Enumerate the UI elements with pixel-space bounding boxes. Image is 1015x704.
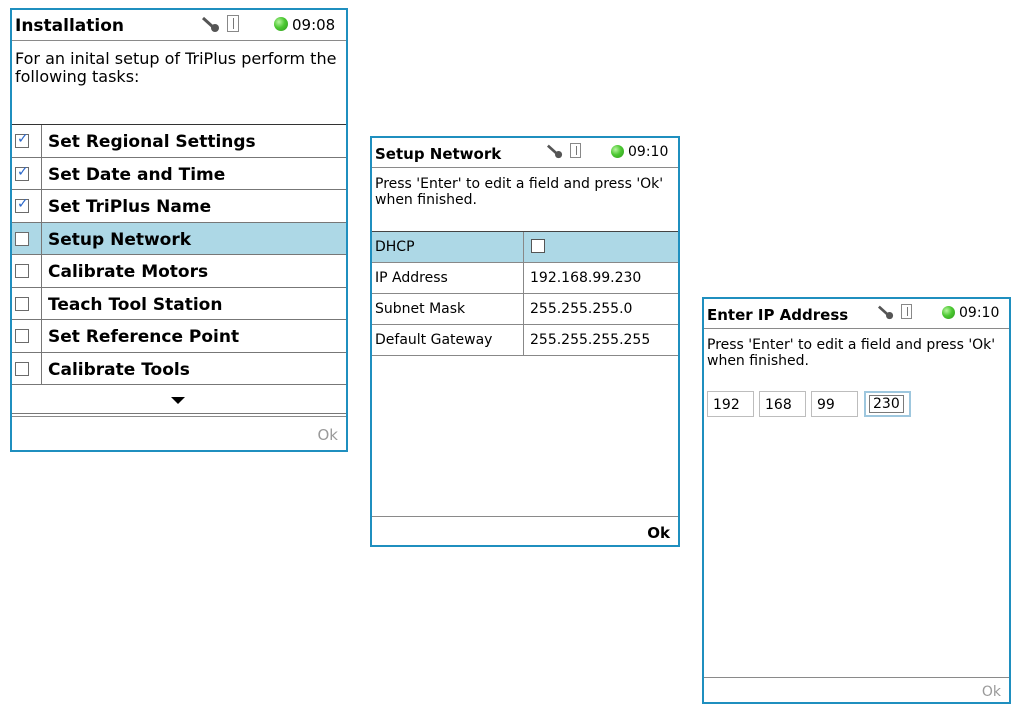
task-label: Setup Network [48,229,192,250]
network-field-label: IP Address [375,270,448,286]
network-field-value[interactable]: 255.255.255.255 [530,332,650,348]
scroll-row[interactable] [12,390,346,414]
unchecked-checkbox[interactable] [15,264,29,278]
setup-network-description: Press 'Enter' to edit a field and press … [375,176,664,209]
status-light-icon [611,145,624,158]
network-field-label: DHCP [375,239,415,255]
network-field-value[interactable]: 192.168.99.230 [530,270,641,286]
network-row[interactable]: Subnet Mask 255.255.255.0 [372,294,678,325]
unchecked-checkbox[interactable] [15,329,29,343]
network-row[interactable]: IP Address 192.168.99.230 [372,263,678,294]
task-item[interactable]: ✓ Set Date and Time [12,157,346,190]
checked-checkbox[interactable]: ✓ [15,131,29,148]
usb-icon [570,143,581,158]
unchecked-checkbox[interactable] [15,231,29,246]
key-icon [546,144,563,159]
task-label: Set Regional Settings [48,132,256,152]
column-divider [523,263,524,293]
column-divider [523,294,524,324]
task-item[interactable]: ✓ Set Regional Settings [12,125,346,158]
clock-time: 09:10 [959,305,1000,321]
network-field-label: Subnet Mask [375,301,466,317]
status-light-icon [274,17,288,31]
scroll-down-arrow-icon[interactable] [171,397,185,404]
task-checkbox-cell [12,352,42,384]
installation-title: Installation [15,16,125,36]
setup-network-title: Setup Network [375,145,502,163]
unchecked-checkbox[interactable] [15,296,29,311]
column-divider [523,232,524,262]
task-label: Calibrate Tools [48,359,190,380]
task-label: Teach Tool Station [48,294,223,315]
installation-panel: Installation 09:08 For an inital setup o… [10,8,348,452]
task-checkbox-cell: ✓ [12,190,42,222]
task-item[interactable]: Set Reference Point [12,320,346,353]
task-item[interactable]: ✓ Set TriPlus Name [12,190,346,223]
enter-ip-title: Enter IP Address [707,306,849,324]
ok-button[interactable]: Ok [982,684,1001,700]
unchecked-checkbox[interactable] [15,361,29,376]
task-label: Set Reference Point [48,327,240,347]
task-checkbox-cell: ✓ [12,157,42,189]
task-checkbox-cell [12,255,42,287]
network-row[interactable]: Default Gateway 255.255.255.255 [372,325,678,356]
enter-ip-footer: Ok [704,677,1009,703]
clock-time: 09:08 [292,16,336,34]
task-checkbox-cell: ✓ [12,125,42,157]
task-checkbox-cell [12,320,42,352]
task-label: Set Date and Time [48,164,226,185]
usb-icon [901,304,912,319]
network-field-value[interactable]: 255.255.255.0 [530,301,632,317]
task-checkbox-cell [12,222,42,254]
enter-ip-titlebar: Enter IP Address 09:10 [704,299,1009,329]
checked-checkbox[interactable]: ✓ [15,196,29,213]
checkmark-icon: ✓ [17,131,29,147]
setup-network-panel: Setup Network 09:10 Press 'Enter' to edi… [370,136,680,547]
usb-icon [227,15,239,32]
network-field-label: Default Gateway [375,332,493,348]
enter-ip-description: Press 'Enter' to edit a field and press … [707,337,996,370]
task-item[interactable]: Teach Tool Station [12,287,346,320]
installation-description: For an inital setup of TriPlus perform t… [15,49,337,87]
ip-octet-1-input[interactable]: 192 [707,391,754,417]
network-row[interactable]: DHCP [372,232,678,263]
ip-octet-2-input[interactable]: 168 [759,391,806,417]
installation-footer: Ok [12,416,346,451]
checkmark-icon: ✓ [17,163,29,180]
key-icon [877,305,894,320]
ip-octet-3-input[interactable]: 99 [811,391,858,417]
ip-octet-4-input[interactable]: 230 [864,391,911,417]
task-label: Set TriPlus Name [48,197,212,217]
task-label: Calibrate Motors [48,262,209,282]
ok-button[interactable]: Ok [318,426,339,444]
key-icon [201,16,219,32]
checked-checkbox[interactable]: ✓ [15,163,29,181]
task-item[interactable]: Setup Network [12,222,346,255]
setup-network-footer: Ok [372,516,678,546]
clock-time: 09:10 [628,144,669,160]
setup-network-titlebar: Setup Network 09:10 [372,138,678,168]
task-list: ✓ Set Regional Settings ✓ Set Date and Time… [12,124,346,385]
dhcp-checkbox[interactable] [531,239,545,253]
task-item[interactable]: Calibrate Tools [12,352,346,385]
column-divider [523,325,524,355]
network-settings-table: DHCP IP Address 192.168.99.230 Subnet Mask 2… [372,231,678,356]
enter-ip-panel: Enter IP Address 09:10 Press 'Enter' to … [702,297,1011,704]
task-item[interactable]: Calibrate Motors [12,255,346,288]
ok-button[interactable]: Ok [647,524,670,542]
status-light-icon [942,306,955,319]
installation-titlebar: Installation 09:08 [12,10,346,41]
task-checkbox-cell [12,287,42,319]
checkmark-icon: ✓ [17,196,29,212]
